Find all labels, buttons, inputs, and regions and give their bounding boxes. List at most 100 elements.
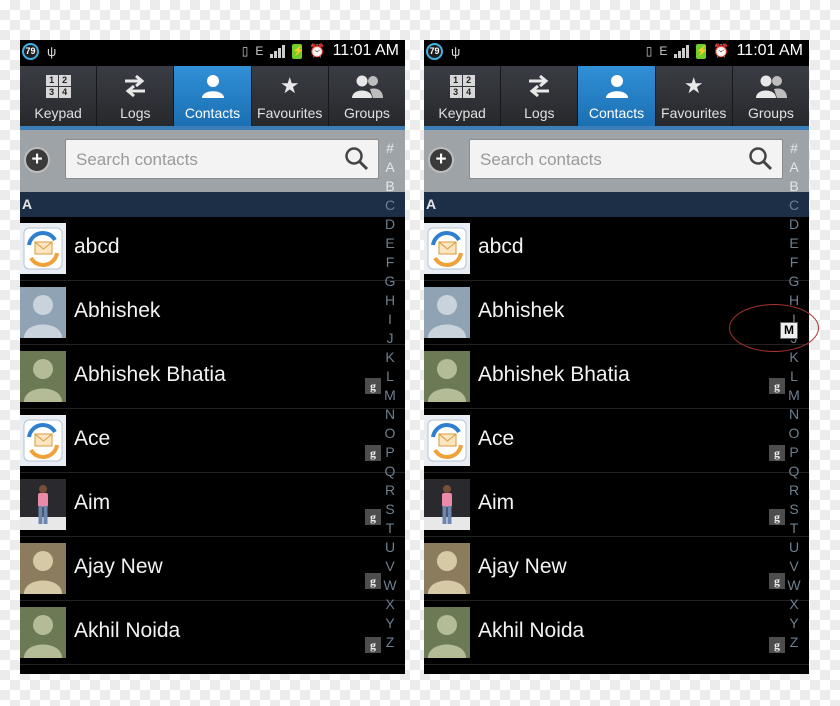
index-letter[interactable]: E	[382, 234, 398, 253]
index-letter[interactable]: V	[786, 557, 802, 576]
index-letter[interactable]: #	[382, 139, 398, 158]
index-letter[interactable]: E	[786, 234, 802, 253]
contact-row[interactable]: Ajay New g	[20, 537, 405, 601]
contact-silhouette-icon[interactable]	[20, 351, 66, 402]
tab-favourites[interactable]: ★ Favourites	[656, 66, 733, 126]
add-contact-button[interactable]: +	[24, 147, 50, 173]
index-letter[interactable]: B	[786, 177, 802, 196]
index-letter[interactable]: O	[382, 424, 398, 443]
tab-contacts[interactable]: Contacts	[578, 66, 656, 126]
tab-favourites[interactable]: ★ Favourites	[252, 66, 329, 126]
index-letter[interactable]: S	[382, 500, 398, 519]
index-letter[interactable]: V	[382, 557, 398, 576]
contact-silhouette-icon[interactable]	[424, 543, 470, 594]
index-letter[interactable]: K	[382, 348, 398, 367]
index-letter[interactable]: D	[786, 215, 802, 234]
index-letter[interactable]: U	[786, 538, 802, 557]
search-field[interactable]	[469, 139, 783, 180]
index-letter[interactable]: Q	[786, 462, 802, 481]
index-letter[interactable]: #	[786, 139, 802, 158]
contact-row[interactable]: abcd	[20, 217, 405, 281]
index-letter[interactable]: I	[382, 310, 398, 329]
index-letter[interactable]: R	[786, 481, 802, 500]
index-letter[interactable]: M	[382, 386, 398, 405]
contact-silhouette-icon[interactable]	[20, 543, 66, 594]
index-letter[interactable]: F	[382, 253, 398, 272]
index-letter[interactable]: W	[382, 576, 398, 595]
index-letter[interactable]: N	[382, 405, 398, 424]
index-letter[interactable]: X	[382, 595, 398, 614]
index-letter[interactable]: Y	[786, 614, 802, 633]
index-letter[interactable]: J	[382, 329, 398, 348]
index-letter[interactable]: Q	[382, 462, 398, 481]
tab-logs[interactable]: Logs	[97, 66, 175, 126]
contact-row[interactable]: Akhil Noida g	[424, 601, 809, 665]
contact-row[interactable]: Ace g	[424, 409, 809, 473]
tab-keypad[interactable]: 12 34 Keypad	[20, 66, 98, 126]
index-letter[interactable]: A	[786, 158, 802, 177]
contact-row[interactable]: Ace g	[20, 409, 405, 473]
contact-row[interactable]: abcd	[424, 217, 809, 281]
index-letter[interactable]: U	[382, 538, 398, 557]
index-letter[interactable]: K	[786, 348, 802, 367]
tab-logs[interactable]: Logs	[501, 66, 579, 126]
index-letter[interactable]: G	[382, 272, 398, 291]
tab-groups[interactable]: Groups	[733, 66, 809, 126]
index-letter[interactable]: T	[786, 519, 802, 538]
contact-silhouette-icon[interactable]	[20, 287, 66, 338]
contact-silhouette-icon[interactable]	[20, 607, 66, 658]
index-letter[interactable]: Z	[382, 633, 398, 652]
index-letter[interactable]: P	[786, 443, 802, 462]
index-letter[interactable]: B	[382, 177, 398, 196]
contact-row[interactable]: Aim g	[20, 473, 405, 537]
index-letter[interactable]: C	[786, 196, 802, 215]
contact-row[interactable]: Akhil Noida g	[20, 601, 405, 665]
index-letter[interactable]: D	[382, 215, 398, 234]
index-letter[interactable]: T	[382, 519, 398, 538]
index-letter[interactable]: N	[786, 405, 802, 424]
sync-avatar-icon[interactable]	[20, 223, 66, 274]
index-letter[interactable]: P	[382, 443, 398, 462]
tab-keypad[interactable]: 12 34 Keypad	[424, 66, 502, 126]
index-letter[interactable]: R	[382, 481, 398, 500]
add-contact-button[interactable]: +	[428, 147, 454, 173]
index-letter[interactable]: C	[382, 196, 398, 215]
index-letter[interactable]: Y	[382, 614, 398, 633]
keypad-digit: 2	[462, 74, 475, 86]
contact-row[interactable]: Abhishek	[20, 281, 405, 345]
index-letter[interactable]: M	[786, 386, 802, 405]
contact-photo[interactable]	[20, 479, 66, 530]
tab-groups[interactable]: Groups	[329, 66, 405, 126]
search-field[interactable]	[65, 139, 379, 180]
index-letter[interactable]: A	[382, 158, 398, 177]
index-letter[interactable]: Z	[786, 633, 802, 652]
index-letter[interactable]: S	[786, 500, 802, 519]
index-letter[interactable]: H	[382, 291, 398, 310]
search-input[interactable]	[478, 140, 752, 180]
contact-silhouette-icon[interactable]	[424, 607, 470, 658]
contact-silhouette-icon[interactable]	[424, 351, 470, 402]
sync-avatar-icon[interactable]	[424, 415, 470, 466]
status-time: 11:01 AM	[736, 42, 803, 59]
index-letter[interactable]: L	[382, 367, 398, 386]
contact-row[interactable]: Abhishek Bhatia g	[424, 345, 809, 409]
contact-row[interactable]: Ajay New g	[424, 537, 809, 601]
contact-silhouette-icon[interactable]	[424, 287, 470, 338]
index-letter[interactable]: O	[786, 424, 802, 443]
tab-contacts[interactable]: Contacts	[174, 66, 252, 126]
index-letter[interactable]: W	[786, 576, 802, 595]
index-letter[interactable]: L	[786, 367, 802, 386]
contact-photo[interactable]	[424, 479, 470, 530]
index-letter[interactable]: G	[786, 272, 802, 291]
index-letter[interactable]: X	[786, 595, 802, 614]
network-type-label: E	[659, 44, 668, 58]
star-icon: ★	[279, 73, 300, 98]
contact-row[interactable]: Abhishek Bhatia g	[20, 345, 405, 409]
search-input[interactable]	[74, 140, 348, 180]
search-icon[interactable]	[344, 146, 370, 172]
index-letter[interactable]: F	[786, 253, 802, 272]
sync-avatar-icon[interactable]	[424, 223, 470, 274]
sync-avatar-icon[interactable]	[20, 415, 66, 466]
search-icon[interactable]	[748, 146, 774, 172]
contact-row[interactable]: Aim g	[424, 473, 809, 537]
